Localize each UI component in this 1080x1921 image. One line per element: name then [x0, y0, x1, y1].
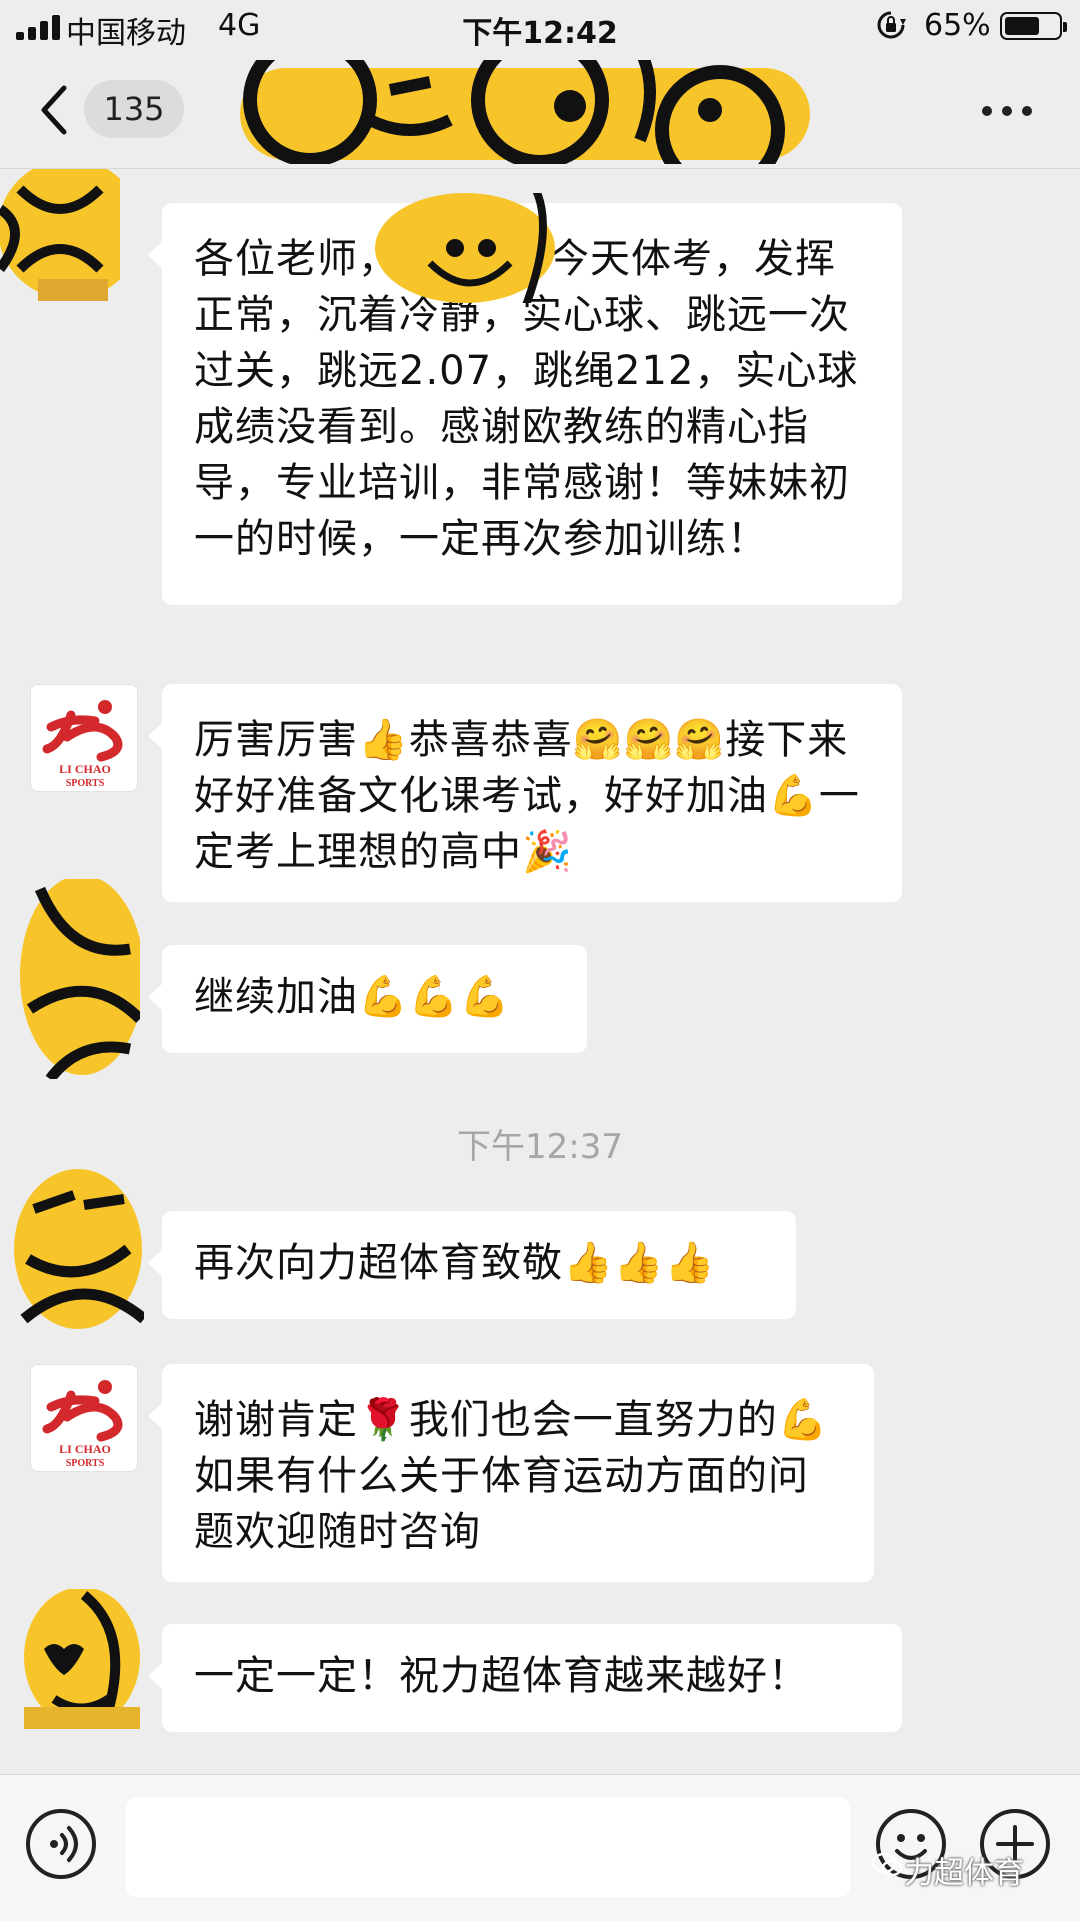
emoji-sticker-avatar-icon [0, 169, 120, 301]
lichao-logo-icon: LI CHAO SPORTS [42, 1380, 123, 1469]
emoji-sticker-avatar-icon [24, 1589, 140, 1729]
flexed-biceps-icon: 💪 [777, 1397, 829, 1443]
avatar[interactable] [14, 1169, 144, 1329]
wechat-icon [872, 1852, 902, 1877]
flexed-biceps-icon: 💪💪💪 [358, 974, 511, 1020]
watermark-text: 力超体育 [904, 1856, 1024, 1891]
message-bubble[interactable]: 继续加油💪💪💪 [148, 945, 587, 1053]
chat-header: 135 [0, 52, 1080, 169]
avatar[interactable] [10, 879, 140, 1079]
chat-title-emoji-mask [240, 60, 810, 164]
avatar[interactable]: LI CHAO SPORTS [30, 1364, 138, 1472]
message-text: 我们也会一直努力的 [408, 1397, 778, 1443]
avatar[interactable]: LI CHAO SPORTS [30, 684, 138, 792]
chevron-left-icon[interactable] [36, 82, 76, 138]
status-bar: 中国移动 4G 下午12:42 65% [0, 0, 1080, 52]
thumbs-up-icon: 👍 [358, 717, 409, 763]
message-input[interactable] [126, 1797, 850, 1897]
message-text: 一定一定！祝力超体育越来越好！ [194, 1653, 809, 1699]
message-text: 再次向力超体育致敬 [194, 1240, 563, 1286]
message-text: 继续加油 [194, 974, 358, 1020]
message-bubble[interactable]: 一定一定！祝力超体育越来越好！ [148, 1624, 902, 1732]
avatar[interactable] [24, 1589, 140, 1729]
message-text: 谢谢肯定 [194, 1397, 358, 1443]
avatar[interactable] [0, 169, 120, 309]
message-text: 恭喜恭喜 [408, 717, 573, 763]
rotation-lock-icon [877, 11, 906, 39]
smiley-emoji-mask [375, 193, 555, 303]
status-time: 下午12:42 [462, 16, 618, 51]
svg-text:SPORTS: SPORTS [66, 1458, 105, 1469]
message-timestamp: 下午12:37 [457, 1127, 623, 1167]
message-bubble[interactable]: 谢谢肯定🌹我们也会一直努力的💪 如果有什么关于体育运动方面的问题欢迎随时咨询 [148, 1364, 874, 1582]
hugging-face-icon: 🤗🤗🤗 [572, 717, 726, 763]
battery-percent: 65% [924, 8, 991, 43]
battery-icon [1000, 12, 1067, 40]
emoji-sticker-avatar-icon [14, 1169, 144, 1329]
thumbs-up-icon: 👍👍👍 [563, 1240, 716, 1286]
unread-count-badge[interactable]: 135 [84, 80, 184, 138]
emoji-sticker-avatar-icon [20, 879, 140, 1079]
more-dots-icon[interactable] [980, 92, 1036, 128]
chat-message-list[interactable]: 各位老师， 今天体考，发挥正常，沉着冷静，实心球、跳远一次过关，跳远2.07，跳绳… [0, 169, 1080, 1774]
flexed-biceps-icon: 💪 [768, 773, 819, 819]
message-text: 厉害厉害 [194, 717, 358, 763]
party-popper-icon: 🎉 [522, 829, 573, 875]
svg-text:LI CHAO: LI CHAO [59, 762, 111, 776]
rose-icon: 🌹 [358, 1397, 409, 1443]
message-text: 如果有什么关于体育运动方面的问题欢迎随时咨询 [194, 1453, 809, 1555]
message-bubble[interactable]: 厉害厉害👍恭喜恭喜🤗🤗🤗接下来好好准备文化课考试，好好加油💪一定考上理想的高中🎉 [148, 684, 902, 902]
svg-text:SPORTS: SPORTS [66, 778, 105, 789]
message-text: 各位老师， [194, 236, 399, 282]
lichao-logo-icon: LI CHAO SPORTS [42, 700, 123, 789]
svg-text:LI CHAO: LI CHAO [59, 1442, 111, 1456]
voice-icon[interactable] [26, 1809, 96, 1879]
message-bubble[interactable]: 再次向力超体育致敬👍👍👍 [148, 1211, 796, 1319]
